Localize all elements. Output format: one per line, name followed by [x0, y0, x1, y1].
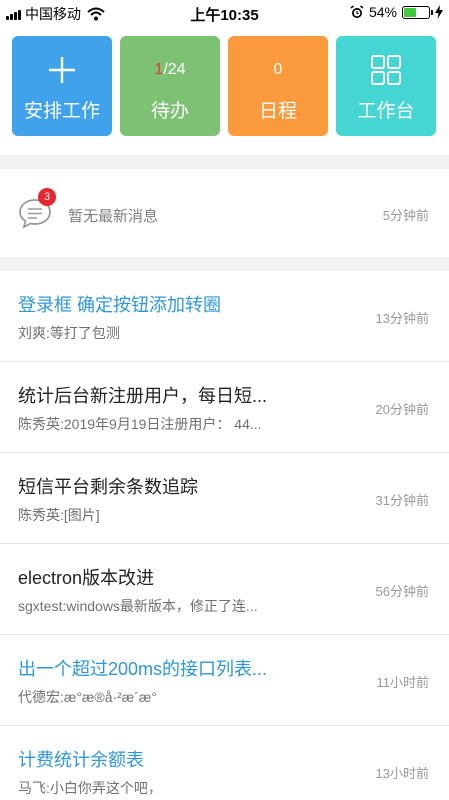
battery-percent: 54% [368, 4, 397, 20]
task-time: 56分钟前 [375, 584, 429, 599]
plus-icon [49, 56, 75, 83]
battery-icon [402, 5, 433, 19]
status-bar: 中国移动 上午10:35 54% [0, 0, 449, 26]
section-divider [0, 257, 449, 271]
todo-label: 待办 [150, 100, 189, 122]
task-last-comment: 刘爽:等打了包测 [18, 325, 120, 341]
task-last-comment: 代德宏:æ°æ®å·²æ´æ° [18, 689, 157, 705]
schedule-button[interactable]: 0 日程 [228, 36, 328, 136]
workbench-button[interactable]: 工作台 [336, 36, 436, 136]
task-time: 31分钟前 [375, 493, 429, 508]
task-title: electron版本改进 [18, 568, 155, 588]
task-title: 登录框 确定按钮添加转圈 [18, 295, 221, 315]
notification-text: 暂无最新消息 [68, 208, 159, 225]
task-last-comment: 马飞:小白你弄这个吧， [18, 780, 162, 796]
task-title: 计费统计余额表 [18, 750, 144, 770]
task-last-comment: 陈秀英:[图片] [18, 507, 100, 523]
task-list: 登录框 确定按钮添加转圈 刘爽:等打了包测 13分钟前 统计后台新注册用户，每日… [0, 271, 449, 800]
charging-icon [435, 5, 443, 19]
task-item[interactable]: 短信平台剩余条数追踪 陈秀英:[图片] 31分钟前 [0, 453, 449, 544]
arrange-work-button[interactable]: 安排工作 [12, 36, 112, 136]
quick-actions: 安排工作 1/24 待办 0 日程 工作台 [12, 36, 436, 136]
alarm-icon [350, 5, 364, 18]
task-item[interactable]: 出一个超过200ms的接口列表... 代德宏:æ°æ®å·²æ´æ° 11小时前 [0, 635, 449, 726]
task-last-comment: 陈秀英:2019年9月19日注册用户： 44... [18, 416, 262, 432]
todo-button[interactable]: 1/24 待办 [120, 36, 220, 136]
task-title: 出一个超过200ms的接口列表... [18, 659, 268, 679]
section-divider [0, 155, 449, 169]
schedule-count: 0 [273, 60, 283, 78]
schedule-label: 日程 [258, 100, 297, 122]
todo-count: 1/24 [154, 50, 185, 90]
task-title: 统计后台新注册用户，每日短... [18, 386, 268, 406]
task-time: 13分钟前 [375, 311, 429, 326]
workbench-label: 工作台 [357, 100, 415, 122]
arrange-work-label: 安排工作 [23, 100, 100, 122]
todo-count-total: /24 [163, 60, 186, 78]
task-item[interactable]: 统计后台新注册用户，每日短... 陈秀英:2019年9月19日注册用户： 44.… [0, 362, 449, 453]
notification-badge: 3 [38, 188, 56, 206]
task-time: 20分钟前 [375, 402, 429, 417]
task-title: 短信平台剩余条数追踪 [18, 477, 198, 497]
task-item[interactable]: 计费统计余额表 马飞:小白你弄这个吧， 13小时前 [0, 726, 449, 800]
notification-time: 5分钟前 [382, 208, 429, 223]
task-item[interactable]: 登录框 确定按钮添加转圈 刘爽:等打了包测 13分钟前 [0, 271, 449, 362]
todo-count-current: 1 [154, 60, 164, 78]
task-item[interactable]: electron版本改进 sgxtest:windows最新版本，修正了连...… [0, 544, 449, 635]
task-time: 11小时前 [376, 675, 430, 690]
task-time: 13小时前 [375, 766, 429, 781]
task-last-comment: sgxtest:windows最新版本，修正了连... [18, 598, 258, 614]
grid-icon [371, 54, 401, 85]
